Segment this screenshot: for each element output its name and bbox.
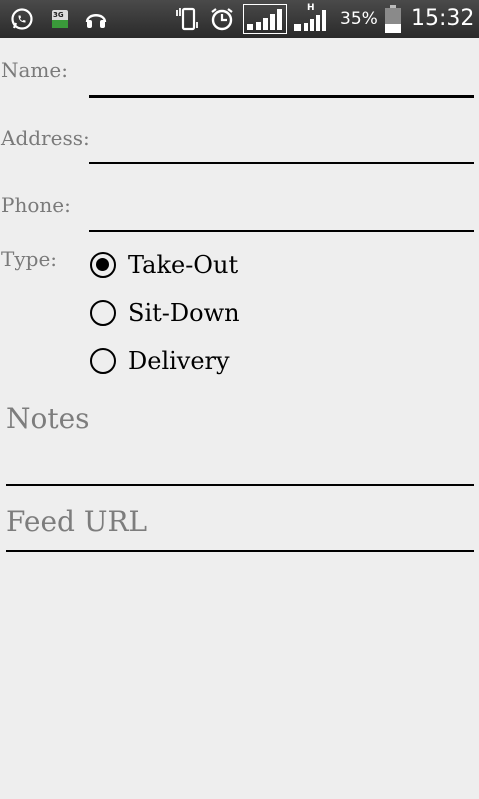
- address-field[interactable]: [89, 130, 474, 164]
- radio-button[interactable]: [90, 300, 116, 326]
- status-bar: 3G H 35% 15:32: [0, 0, 479, 38]
- radio-label-sit-down: Sit-Down: [128, 299, 240, 327]
- battery-icon: [382, 4, 404, 34]
- radio-label-take-out: Take-Out: [128, 251, 239, 279]
- sim-3g-icon: 3G: [50, 6, 70, 32]
- type-label: Type:: [1, 247, 58, 271]
- phone-label: Phone:: [1, 193, 71, 217]
- network-badge: 3G: [53, 11, 64, 19]
- feed-url-field[interactable]: Feed URL: [6, 505, 474, 552]
- signal-icon: [242, 3, 288, 35]
- radio-button[interactable]: [90, 348, 116, 374]
- whatsapp-icon: [8, 6, 36, 32]
- vibrate-icon: [174, 6, 202, 32]
- phone-field[interactable]: [89, 198, 474, 232]
- battery-percent: 35%: [340, 9, 378, 29]
- name-label: Name:: [1, 58, 68, 82]
- notes-underline: [6, 484, 474, 486]
- clock-time: 15:32: [411, 6, 475, 31]
- radio-delivery[interactable]: Delivery: [90, 343, 230, 379]
- data-badge: H: [307, 3, 315, 13]
- radio-label-delivery: Delivery: [128, 347, 230, 375]
- address-underline: [89, 162, 474, 164]
- alarm-icon: [207, 6, 237, 32]
- feed-url-placeholder: Feed URL: [6, 505, 148, 538]
- headphones-icon: [82, 6, 110, 32]
- name-underline: [89, 95, 474, 98]
- notes-placeholder: Notes: [6, 402, 90, 435]
- notes-field[interactable]: Notes: [6, 402, 474, 486]
- phone-underline: [89, 230, 474, 232]
- radio-sit-down[interactable]: Sit-Down: [90, 295, 240, 331]
- feed-url-underline: [6, 550, 474, 552]
- radio-take-out[interactable]: Take-Out: [90, 247, 238, 283]
- name-field[interactable]: [89, 64, 474, 98]
- signal-h-icon: H: [292, 3, 334, 32]
- radio-button-checked[interactable]: [90, 252, 116, 278]
- address-input[interactable]: [89, 130, 474, 164]
- address-label: Address:: [1, 126, 90, 150]
- phone-input[interactable]: [89, 198, 474, 232]
- name-input[interactable]: [89, 64, 474, 98]
